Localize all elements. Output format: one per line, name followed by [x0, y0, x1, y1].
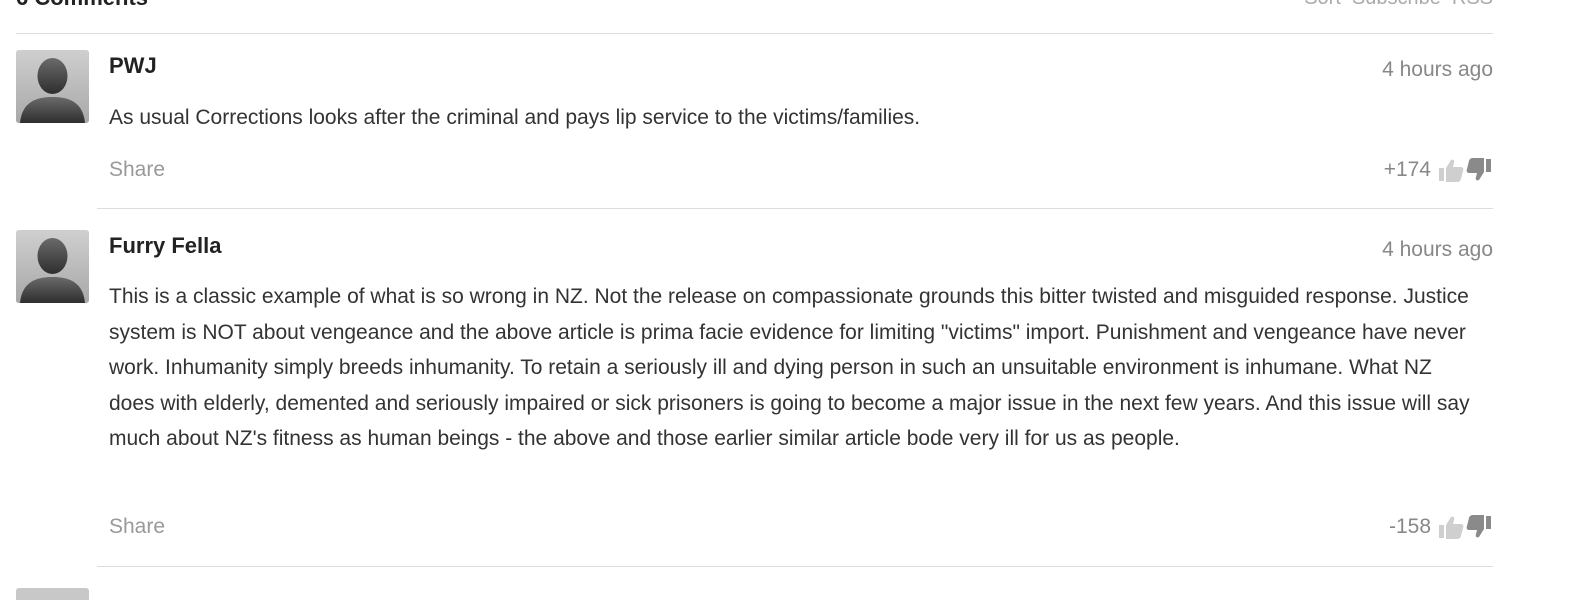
comment-body: As usual Corrections looks after the cri…: [109, 106, 921, 129]
default-user-icon: [16, 50, 89, 123]
avatar[interactable]: [16, 588, 89, 600]
comment-item: PWJ 4 hours ago As usual Corrections loo…: [16, 50, 1493, 200]
thumbs-up-icon[interactable]: [1437, 156, 1465, 184]
comment-divider: [97, 566, 1493, 567]
vote-controls: +174: [1384, 156, 1493, 184]
thumbs-down-icon[interactable]: [1465, 513, 1493, 541]
header-links: Sort•Subscribe•RSS: [1304, 0, 1493, 10]
vote-count: -158: [1388, 515, 1431, 538]
default-user-icon: [16, 230, 89, 303]
comment-divider: [97, 208, 1493, 209]
vote-controls: -158: [1389, 513, 1493, 541]
comment-timestamp[interactable]: 4 hours ago: [1382, 57, 1493, 83]
share-link[interactable]: Share: [109, 157, 165, 183]
header-divider: [16, 33, 1493, 34]
comment-author[interactable]: PWJ: [109, 53, 157, 79]
subscribe-link[interactable]: Subscribe: [1352, 0, 1441, 9]
share-link[interactable]: Share: [109, 514, 165, 540]
avatar[interactable]: [16, 230, 89, 303]
rss-link[interactable]: RSS: [1452, 0, 1493, 9]
comment-body: This is a classic example of what is so …: [109, 285, 1470, 450]
comment-item: Furry Fella 4 hours ago This is a classi…: [16, 230, 1493, 560]
thumbs-up-icon[interactable]: [1437, 513, 1465, 541]
sort-link[interactable]: Sort: [1304, 0, 1341, 9]
avatar[interactable]: [16, 50, 89, 123]
comment-timestamp[interactable]: 4 hours ago: [1382, 237, 1493, 263]
comment-count: 6 Comments: [16, 0, 148, 10]
vote-count: +174: [1383, 158, 1431, 181]
link-separator: •: [1341, 0, 1352, 9]
comment-author[interactable]: Furry Fella: [109, 233, 221, 259]
link-separator: •: [1441, 0, 1452, 9]
thumbs-down-icon[interactable]: [1465, 156, 1493, 184]
comments-header: 6 Comments Sort•Subscribe•RSS: [16, 0, 1493, 10]
